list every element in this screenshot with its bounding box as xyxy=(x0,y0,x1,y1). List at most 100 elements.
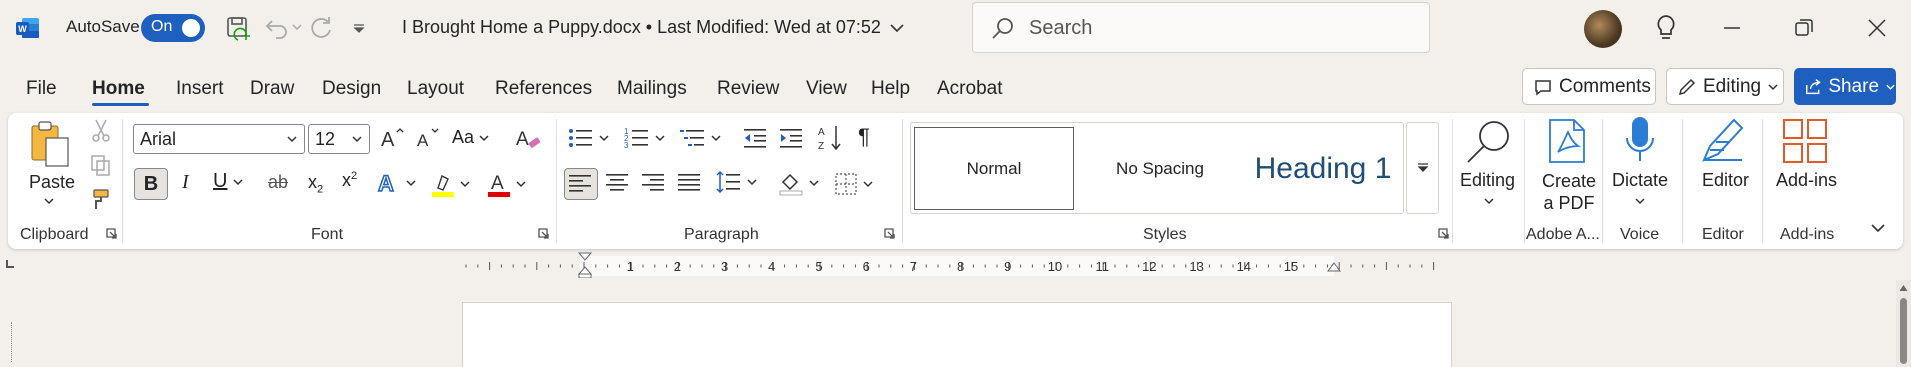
copy-icon[interactable] xyxy=(88,152,118,182)
vertical-scrollbar[interactable] xyxy=(1896,280,1911,367)
style-heading-1[interactable]: Heading 1 xyxy=(1244,127,1402,210)
undo-icon[interactable] xyxy=(262,14,290,42)
add-ins-icon[interactable] xyxy=(1782,118,1828,164)
font-family-select[interactable]: Arial xyxy=(133,124,305,154)
italic-icon[interactable]: I xyxy=(182,171,189,194)
editor-group-label: Editor xyxy=(1702,226,1744,243)
create-pdf-button[interactable]: Create a PDF xyxy=(1538,170,1600,214)
create-pdf-label-1: Create xyxy=(1541,171,1597,191)
tab-acrobat[interactable]: Acrobat xyxy=(937,78,1002,100)
save-icon[interactable] xyxy=(224,14,252,42)
superscript-icon[interactable]: x2 xyxy=(342,170,357,191)
clipboard-launcher-icon[interactable] xyxy=(106,228,118,240)
add-ins-button[interactable]: Add-ins xyxy=(1776,170,1837,191)
user-avatar[interactable] xyxy=(1584,10,1622,48)
tab-home[interactable]: Home xyxy=(92,78,145,100)
right-indent-marker[interactable] xyxy=(1326,262,1342,274)
tab-references[interactable]: References xyxy=(495,78,592,100)
grow-font-icon[interactable]: A xyxy=(378,124,406,152)
cut-icon[interactable] xyxy=(88,118,118,148)
borders-button[interactable] xyxy=(834,172,874,196)
tab-file[interactable]: File xyxy=(26,78,57,100)
strikethrough-icon[interactable]: ab xyxy=(268,172,288,193)
sort-icon[interactable]: AZ xyxy=(818,124,844,152)
first-line-indent-marker[interactable] xyxy=(577,252,593,278)
align-left-button[interactable] xyxy=(564,168,598,200)
editor-button[interactable]: Editor xyxy=(1702,170,1749,191)
paragraph-launcher-icon[interactable] xyxy=(884,228,896,240)
style-normal[interactable]: Normal xyxy=(914,127,1074,210)
line-spacing-button[interactable] xyxy=(716,170,758,194)
editing-mode-button[interactable]: Editing xyxy=(1666,68,1784,105)
dictate-dropdown-icon[interactable] xyxy=(1634,197,1646,207)
minimize-icon[interactable] xyxy=(1718,14,1746,42)
microphone-icon[interactable] xyxy=(1622,116,1658,164)
ruler-number: 12 xyxy=(1142,259,1156,274)
clear-formatting-icon[interactable]: A xyxy=(514,124,542,152)
align-right-icon[interactable] xyxy=(642,172,666,194)
search-box[interactable]: Search xyxy=(972,2,1430,53)
tab-layout[interactable]: Layout xyxy=(407,78,464,100)
ruler-number: 15 xyxy=(1284,259,1298,274)
change-case-button[interactable]: Aa xyxy=(452,127,490,148)
redo-icon[interactable] xyxy=(308,14,336,42)
format-painter-icon[interactable] xyxy=(88,186,118,216)
find-replace-icon[interactable] xyxy=(1464,118,1514,166)
tab-design[interactable]: Design xyxy=(322,78,381,100)
autosave-toggle[interactable]: On xyxy=(141,14,205,42)
vertical-ruler xyxy=(6,322,12,362)
subscript-icon[interactable]: x2 xyxy=(308,172,323,196)
tab-mailings[interactable]: Mailings xyxy=(617,78,687,100)
ruler-number: 2 xyxy=(674,259,681,274)
multilevel-list-button[interactable] xyxy=(680,126,722,150)
tab-insert[interactable]: Insert xyxy=(176,78,224,100)
underline-button[interactable]: U xyxy=(213,170,244,193)
lightbulb-icon[interactable] xyxy=(1652,13,1680,43)
undo-dropdown-icon[interactable] xyxy=(292,22,302,32)
font-color-button[interactable]: A xyxy=(486,170,527,198)
tab-help[interactable]: Help xyxy=(871,78,910,100)
editing-dropdown-icon[interactable] xyxy=(1483,197,1495,207)
close-icon[interactable] xyxy=(1863,14,1891,42)
group-separator xyxy=(1602,119,1603,243)
tab-draw[interactable]: Draw xyxy=(250,78,294,100)
increase-indent-icon[interactable] xyxy=(778,126,804,150)
group-separator xyxy=(556,119,557,243)
dictate-button[interactable]: Dictate xyxy=(1612,170,1668,191)
styles-more-button[interactable] xyxy=(1406,122,1439,214)
document-page[interactable] xyxy=(462,302,1452,367)
tab-review[interactable]: Review xyxy=(717,78,779,100)
editor-pen-icon[interactable] xyxy=(1700,116,1746,164)
align-center-icon[interactable] xyxy=(606,172,630,194)
shrink-font-icon[interactable]: A xyxy=(414,124,442,152)
styles-launcher-icon[interactable] xyxy=(1438,228,1450,240)
tab-view[interactable]: View xyxy=(806,78,847,100)
restore-icon[interactable] xyxy=(1790,14,1818,42)
comments-button[interactable]: Comments xyxy=(1522,68,1656,105)
justify-icon[interactable] xyxy=(678,172,702,194)
decrease-indent-icon[interactable] xyxy=(742,126,768,150)
font-size-select[interactable]: 12 xyxy=(308,124,370,154)
numbering-button[interactable]: 1 2 3 xyxy=(624,126,666,150)
editing-group-button[interactable]: Editing xyxy=(1460,170,1515,191)
scrollbar-thumb[interactable] xyxy=(1900,298,1907,364)
show-formatting-marks-icon[interactable]: ¶ xyxy=(858,124,870,150)
share-button[interactable]: Share xyxy=(1794,68,1896,105)
paste-label[interactable]: Paste xyxy=(29,172,75,193)
create-pdf-icon[interactable] xyxy=(1546,118,1588,164)
paste-icon[interactable] xyxy=(28,120,72,170)
chevron-down-icon xyxy=(479,134,489,141)
highlight-color-button[interactable] xyxy=(430,170,471,198)
active-tab-indicator xyxy=(92,103,149,106)
font-launcher-icon[interactable] xyxy=(538,228,550,240)
style-no-spacing[interactable]: No Spacing xyxy=(1080,127,1240,210)
document-title[interactable]: I Brought Home a Puppy.docx • Last Modif… xyxy=(402,17,905,38)
bold-button[interactable]: B xyxy=(134,168,168,200)
chevron-down-icon xyxy=(287,136,297,143)
ribbon-expand-icon[interactable] xyxy=(1870,222,1886,234)
paste-dropdown-icon[interactable] xyxy=(43,197,55,207)
bullets-button[interactable] xyxy=(568,126,610,150)
customize-toolbar-icon[interactable] xyxy=(352,21,366,35)
shading-button[interactable] xyxy=(778,170,820,196)
text-effects-button[interactable]: A xyxy=(376,170,417,196)
